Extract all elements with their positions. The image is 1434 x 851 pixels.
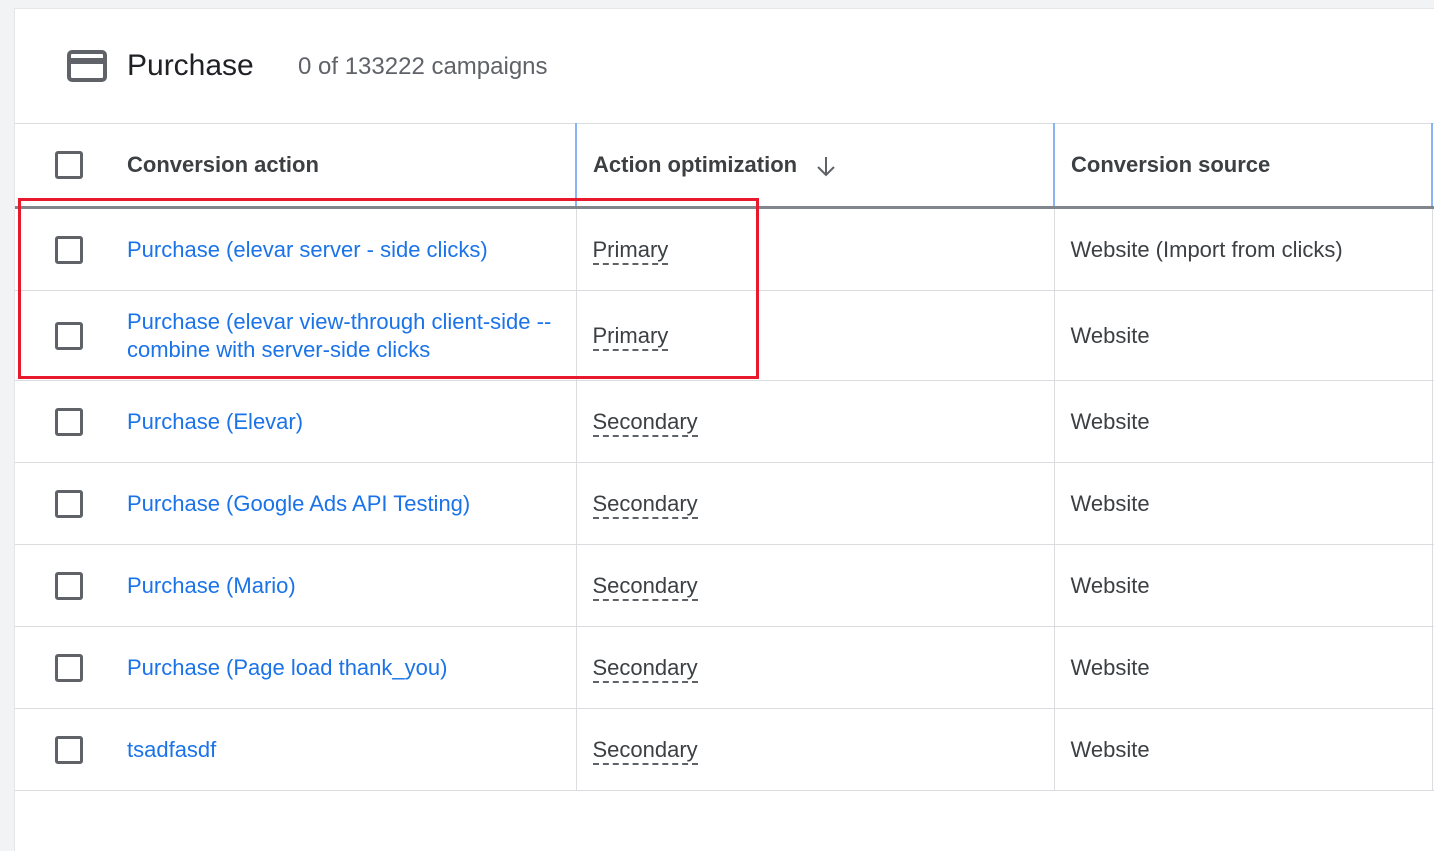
row-checkbox-cell	[15, 380, 127, 463]
row-checkbox[interactable]	[55, 407, 83, 436]
table-header-row: Conversion action Action optimization Co…	[15, 123, 1434, 209]
conversion-source-value: Website	[1070, 408, 1150, 434]
table-row: Purchase (Page load thank_you) Secondary…	[15, 626, 1434, 709]
row-checkbox[interactable]	[55, 653, 83, 682]
table-row: tsadfasdf Secondary Website	[15, 708, 1434, 791]
action-optimization-cell: Primary	[575, 207, 1054, 291]
row-checkbox-cell	[15, 544, 127, 627]
conversion-source-value: Website (Import from clicks)	[1070, 236, 1343, 262]
table-row: Purchase (Elevar) Secondary Website	[15, 380, 1434, 463]
select-all-checkbox[interactable]	[55, 151, 83, 180]
column-header-action-optimization[interactable]: Action optimization	[575, 123, 1054, 209]
row-checkbox-cell	[15, 708, 127, 791]
card-header: Purchase 0 of 133222 campaigns	[15, 9, 1434, 123]
action-optimization-value[interactable]: Secondary	[592, 736, 698, 765]
action-optimization-value[interactable]: Secondary	[592, 572, 698, 601]
table-row: Purchase (Mario) Secondary Website	[15, 544, 1434, 627]
conversion-source-cell: Website (Import from clicks)	[1053, 207, 1432, 291]
campaign-count: 0 of 133222 campaigns	[298, 53, 548, 80]
table-row: Purchase (elevar server - side clicks) P…	[15, 207, 1434, 291]
conversion-actions-table: Conversion action Action optimization Co…	[15, 123, 1434, 791]
conversion-source-cell: Website	[1053, 290, 1432, 381]
row-checkbox[interactable]	[55, 489, 83, 518]
action-optimization-value[interactable]: Primary	[592, 236, 669, 265]
row-checkbox[interactable]	[55, 321, 83, 350]
column-header-label: Conversion action	[127, 152, 319, 177]
conversion-action-cell: Purchase (Elevar)	[127, 380, 576, 463]
conversion-action-cell: Purchase (elevar view-through client-sid…	[127, 290, 576, 381]
conversion-source-cell: Website	[1053, 708, 1432, 791]
column-header-conversion-source[interactable]: Conversion source	[1053, 123, 1432, 209]
conversion-actions-card: Purchase 0 of 133222 campaigns Conversio…	[14, 8, 1434, 851]
row-checkbox-cell	[15, 207, 127, 291]
action-optimization-cell: Secondary	[575, 626, 1054, 709]
row-checkbox-cell	[15, 626, 127, 709]
select-all-cell	[15, 123, 127, 209]
row-checkbox[interactable]	[55, 235, 83, 264]
conversion-action-link[interactable]: Purchase (Page load thank_you)	[127, 655, 447, 680]
action-optimization-cell: Secondary	[575, 380, 1054, 463]
conversion-action-cell: Purchase (Mario)	[127, 544, 576, 627]
conversion-action-link[interactable]: Purchase (Google Ads API Testing)	[127, 491, 470, 516]
conversion-action-link[interactable]: Purchase (Elevar)	[127, 409, 303, 434]
action-optimization-value[interactable]: Secondary	[592, 408, 698, 437]
action-optimization-value[interactable]: Secondary	[592, 490, 698, 519]
table-row: Purchase (elevar view-through client-sid…	[15, 290, 1434, 381]
column-header-label: Conversion source	[1071, 152, 1271, 177]
conversion-action-cell: Purchase (Page load thank_you)	[127, 626, 576, 709]
conversion-source-cell: Website	[1053, 462, 1432, 545]
action-optimization-cell: Secondary	[575, 462, 1054, 545]
row-checkbox[interactable]	[55, 571, 83, 600]
conversion-action-link[interactable]: tsadfasdf	[127, 737, 216, 762]
table-row: Purchase (Google Ads API Testing) Second…	[15, 462, 1434, 545]
conversion-source-cell: Website	[1053, 626, 1432, 709]
conversion-action-cell: Purchase (elevar server - side clicks)	[127, 207, 576, 291]
arrow-down-icon[interactable]	[815, 155, 837, 177]
action-optimization-cell: Secondary	[575, 544, 1054, 627]
conversion-source-value: Website	[1070, 490, 1150, 516]
row-checkbox-cell	[15, 290, 127, 381]
conversion-source-value: Website	[1070, 322, 1150, 348]
conversion-action-link[interactable]: Purchase (Mario)	[127, 573, 296, 598]
conversion-action-cell: tsadfasdf	[127, 708, 576, 791]
conversion-action-link[interactable]: Purchase (elevar server - side clicks)	[127, 237, 488, 262]
conversion-source-value: Website	[1070, 654, 1150, 680]
page-title: Purchase	[127, 49, 254, 82]
column-header-conversion-action[interactable]: Conversion action	[127, 123, 576, 209]
action-optimization-value[interactable]: Primary	[592, 322, 669, 351]
credit-card-icon	[67, 50, 107, 82]
conversion-action-link[interactable]: Purchase (elevar view-through client-sid…	[127, 309, 551, 362]
conversion-source-value: Website	[1070, 572, 1150, 598]
column-header-label: Action optimization	[593, 152, 798, 177]
conversion-source-cell: Website	[1053, 544, 1432, 627]
conversion-source-cell: Website	[1053, 380, 1432, 463]
row-checkbox-cell	[15, 462, 127, 545]
row-checkbox[interactable]	[55, 735, 83, 764]
action-optimization-cell: Primary	[575, 290, 1054, 381]
conversion-action-cell: Purchase (Google Ads API Testing)	[127, 462, 576, 545]
conversion-source-value: Website	[1070, 736, 1150, 762]
action-optimization-cell: Secondary	[575, 708, 1054, 791]
action-optimization-value[interactable]: Secondary	[592, 654, 698, 683]
